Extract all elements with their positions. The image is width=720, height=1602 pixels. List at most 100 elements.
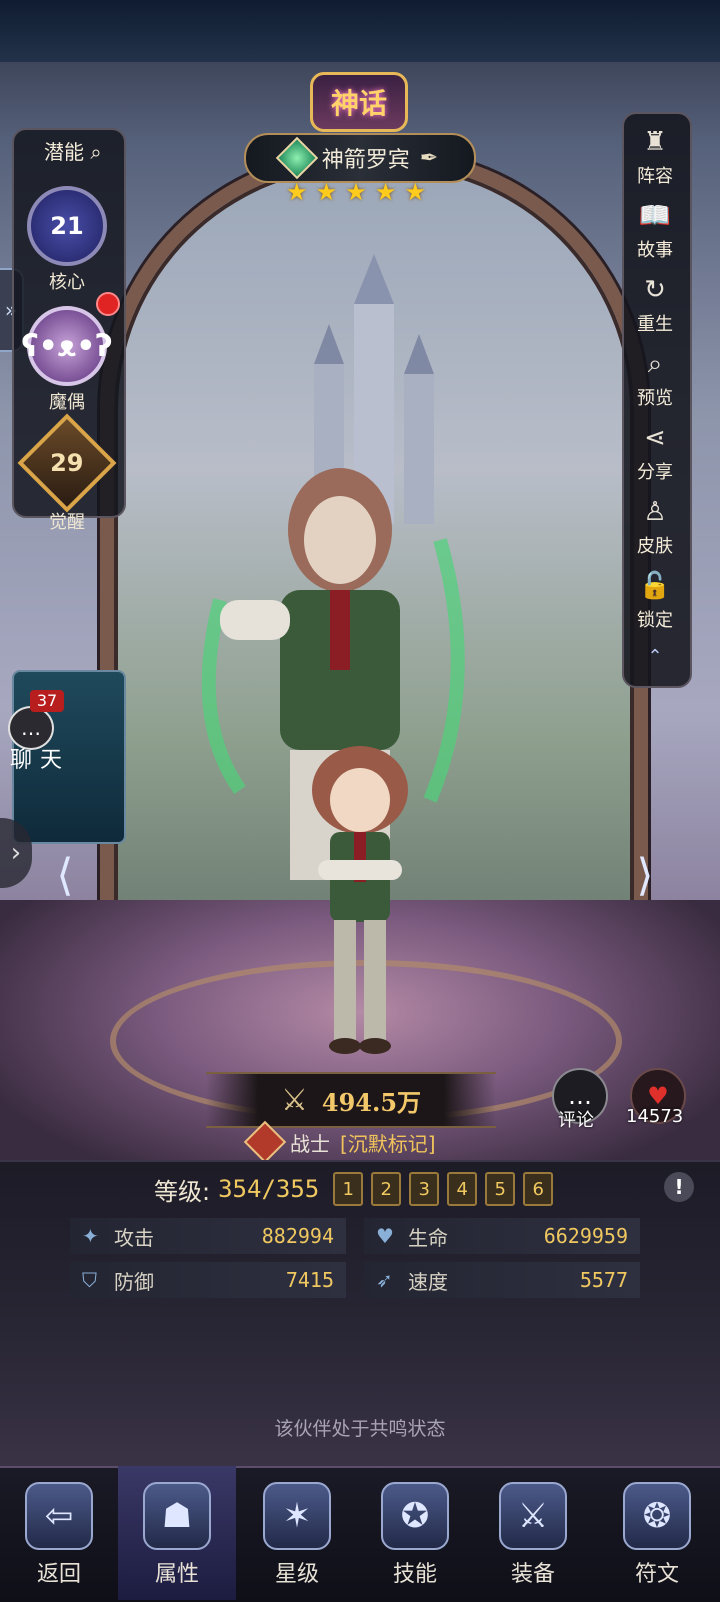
star-icon: ★	[286, 178, 308, 206]
spellbook-icon: ✪	[381, 1482, 449, 1550]
element-gem-icon	[275, 136, 318, 180]
stat-label: 防御	[114, 1269, 154, 1294]
collapse-panel-icon[interactable]: ⌃	[622, 646, 688, 667]
lock-button[interactable]: 🔓 锁定	[622, 568, 688, 632]
star-crest-icon: ✶	[263, 1482, 331, 1550]
tier-badge: 1	[333, 1172, 364, 1206]
back-arrow-icon: ⇦	[25, 1482, 93, 1550]
speed-icon: ➶	[376, 1268, 393, 1292]
awaken-level: 29	[50, 449, 84, 477]
rarity-badge: 神话	[310, 72, 408, 132]
crossed-swords-icon: ⚔	[499, 1482, 567, 1550]
info-icon[interactable]: !	[664, 1172, 694, 1202]
share-icon: ⋖	[644, 423, 666, 453]
class-name: 战士	[290, 1131, 330, 1156]
share-label: 分享	[637, 462, 673, 483]
feather-icon[interactable]: ✒	[420, 146, 438, 171]
star-icon: ★	[404, 178, 426, 206]
tab-runes[interactable]: ❂ 符文	[598, 1466, 716, 1600]
rune-crest-icon: ❂	[623, 1482, 691, 1550]
prev-hero-arrow-icon[interactable]: ⟨	[40, 845, 90, 905]
rebirth-button[interactable]: ↻ 重生	[622, 272, 688, 336]
shield-icon: ⛉	[82, 1268, 97, 1292]
stat-defense: ⛉ 防御 7415	[70, 1262, 346, 1298]
nav-label: 返回	[36, 1562, 81, 1587]
hero-chibi-model	[312, 746, 408, 1054]
lineup-button[interactable]: ♜ 阵容	[622, 124, 688, 188]
stat-hp: ♥ 生命 6629959	[364, 1218, 640, 1254]
hero-name: 神箭罗宾	[321, 148, 410, 173]
back-button[interactable]: ⇦ 返回	[0, 1466, 118, 1600]
chat-label[interactable]: 聊天	[10, 742, 70, 774]
stat-label: 速度	[408, 1269, 448, 1294]
awaken-button[interactable]: 29 觉醒	[12, 413, 122, 534]
class-row: 战士 [沉默标记]	[243, 1120, 436, 1164]
preview-button[interactable]: ⌕ 预览	[622, 346, 688, 410]
lock-label: 锁定	[637, 610, 673, 631]
attack-icon: ✦	[82, 1224, 99, 1248]
chat-unread-badge: 37	[30, 690, 64, 712]
core-label: 核心	[49, 272, 85, 293]
top-decor-strip	[0, 0, 720, 62]
tier-badge: 2	[371, 1172, 402, 1206]
star-rating: ★ ★ ★ ★ ★	[286, 178, 426, 206]
level-label: 等级:	[154, 1177, 211, 1206]
tab-equipment[interactable]: ⚔ 装备	[474, 1466, 592, 1600]
comment-label: 评论	[558, 1110, 594, 1131]
nav-label: 装备	[510, 1562, 555, 1587]
puppet-button[interactable]: ʕ•ᴥ•ʔ 魔偶	[12, 306, 122, 414]
nav-label: 符文	[634, 1562, 679, 1587]
stat-label: 攻击	[114, 1225, 154, 1250]
rebirth-icon: ↻	[644, 275, 666, 305]
level-row: 等级: 354/355 1 2 3 4 5 6	[154, 1172, 554, 1206]
puppet-label: 魔偶	[49, 392, 85, 413]
stat-attack: ✦ 攻击 882994	[70, 1218, 346, 1254]
story-label: 故事	[637, 240, 673, 261]
star-icon: ★	[374, 178, 397, 206]
sword-icon: ⚔	[280, 1082, 308, 1118]
class-tag[interactable]: [沉默标记]	[340, 1128, 436, 1157]
tab-attributes[interactable]: ☗ 属性	[118, 1466, 236, 1600]
bear-icon: ʕ•ᴥ•ʔ	[21, 306, 113, 386]
level-value: 354/355	[218, 1175, 320, 1203]
combat-power-value: 494.5万	[321, 1087, 422, 1117]
awaken-level-badge: 29	[17, 413, 117, 513]
star-icon: ★	[315, 178, 338, 206]
skin-button[interactable]: ♙ 皮肤	[622, 494, 688, 558]
core-button[interactable]: 21 核心	[12, 186, 122, 294]
magnifier-icon: ⌕	[647, 349, 663, 379]
stat-value: 6629959	[543, 1224, 628, 1248]
star-icon: ★	[345, 178, 367, 206]
tab-skills[interactable]: ✪ 技能	[356, 1466, 474, 1600]
story-button[interactable]: 📖 故事	[622, 198, 688, 262]
rebirth-label: 重生	[637, 314, 673, 335]
warrior-class-icon	[243, 1120, 287, 1164]
heart-icon: ♥	[376, 1224, 394, 1248]
stat-value: 5577	[579, 1268, 628, 1292]
nav-label: 星级	[274, 1562, 319, 1587]
potential-button[interactable]: 潜能 ⌕	[44, 136, 102, 165]
like-count: 14573	[626, 1106, 684, 1127]
skin-icon: ♙	[643, 497, 667, 527]
next-hero-arrow-icon[interactable]: ⟩	[620, 845, 670, 905]
nav-label: 技能	[392, 1562, 437, 1587]
stat-value: 882994	[261, 1224, 334, 1248]
tab-star-level[interactable]: ✶ 星级	[238, 1466, 356, 1600]
story-book-icon: 📖	[638, 201, 672, 231]
stat-label: 生命	[408, 1225, 448, 1250]
share-button[interactable]: ⋖ 分享	[622, 420, 688, 484]
core-level: 21	[27, 186, 107, 266]
skin-label: 皮肤	[637, 536, 673, 557]
preview-label: 预览	[637, 388, 673, 409]
tier-badge: 4	[447, 1172, 478, 1206]
nav-label: 属性	[154, 1562, 199, 1587]
hero-name-plate: 神箭罗宾 ✒	[244, 133, 476, 183]
stat-value: 7415	[285, 1268, 334, 1292]
tier-badge: 6	[523, 1172, 554, 1206]
lineup-icon: ♜	[643, 127, 667, 157]
potential-label: 潜能	[44, 140, 84, 164]
tier-badge: 5	[485, 1172, 516, 1206]
hooded-figure-icon: ☗	[143, 1482, 211, 1550]
lineup-label: 阵容	[637, 166, 673, 187]
resonance-status-text: 该伙伴处于共鸣状态	[274, 1418, 446, 1440]
